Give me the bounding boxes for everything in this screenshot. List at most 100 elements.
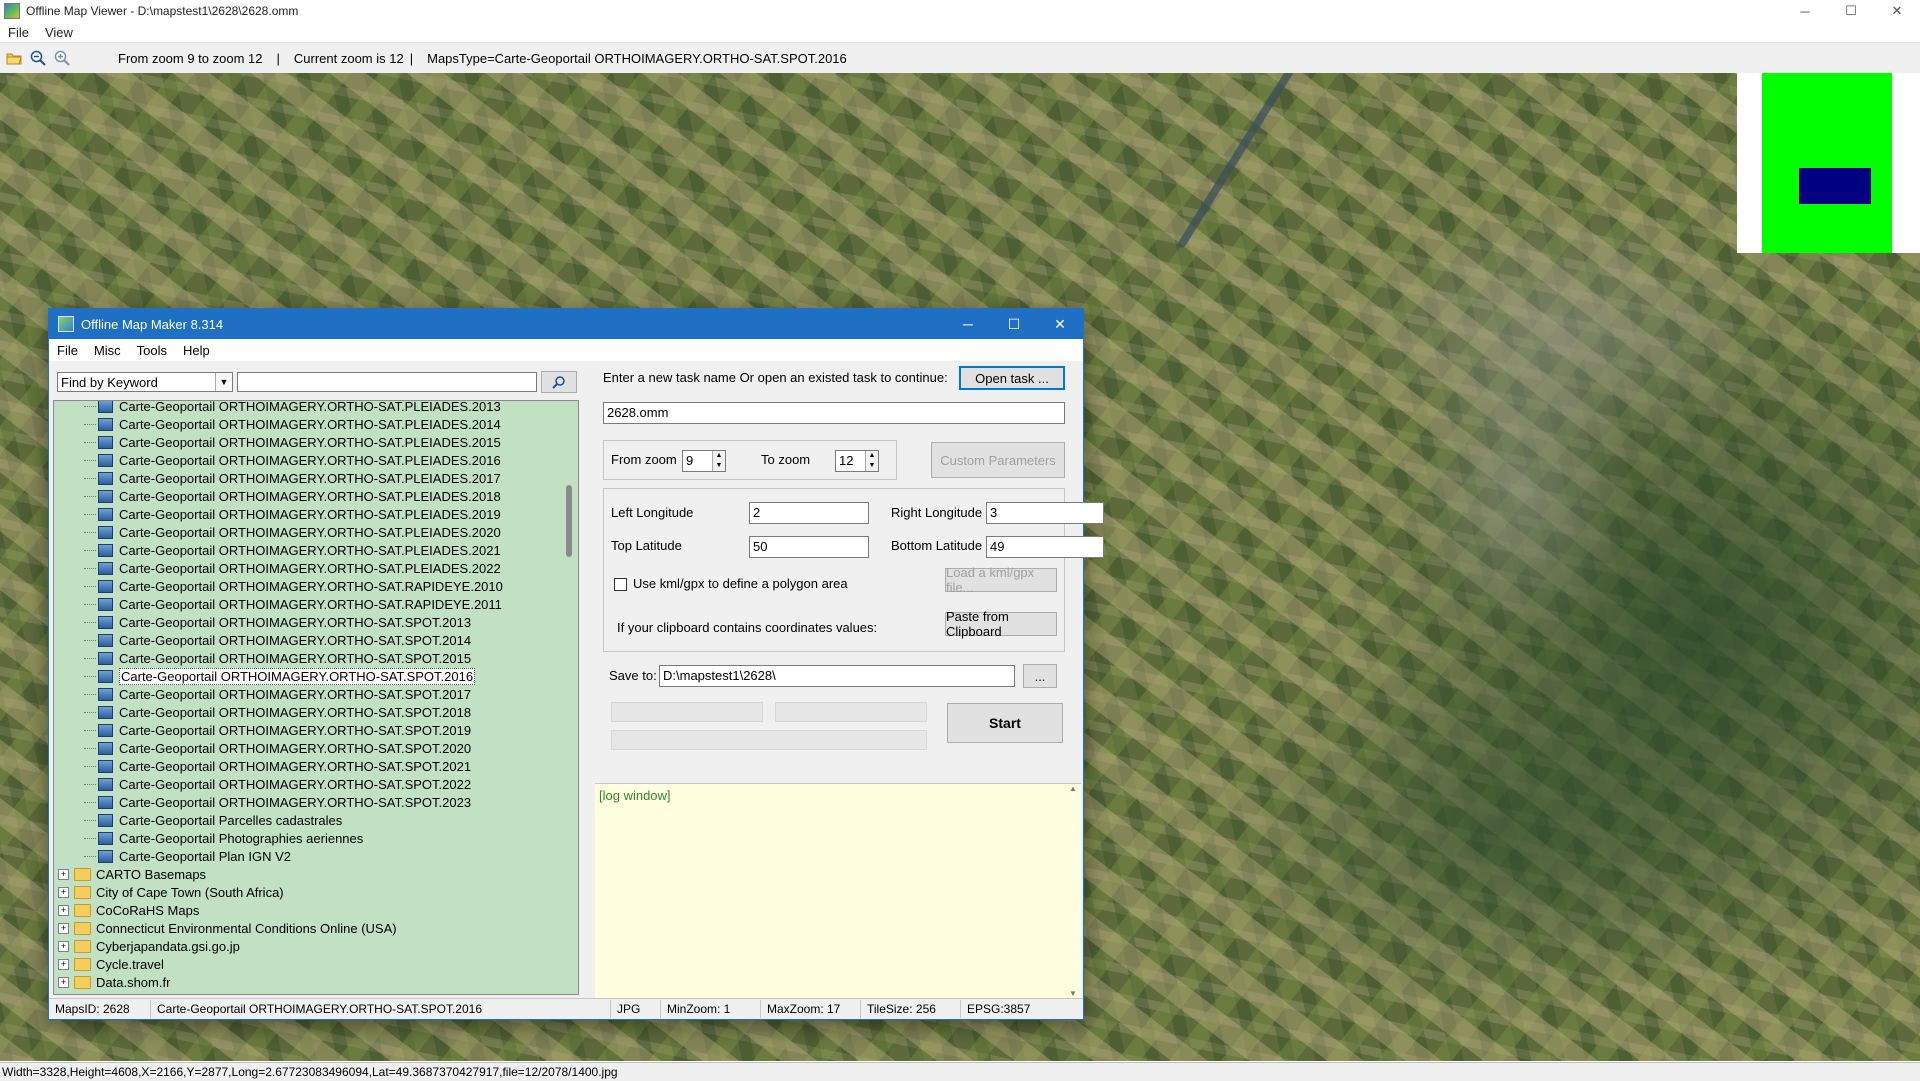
tree-item-map[interactable]: Carte-Geoportail ORTHOIMAGERY.ORTHO-SAT.… <box>54 433 574 451</box>
minimap-viewport[interactable] <box>1799 168 1871 204</box>
tree-item-map[interactable]: Carte-Geoportail ORTHOIMAGERY.ORTHO-SAT.… <box>54 649 574 667</box>
tree-item-map[interactable]: Carte-Geoportail Photographies aeriennes <box>54 829 574 847</box>
tree-item-map[interactable]: Carte-Geoportail ORTHOIMAGERY.ORTHO-SAT.… <box>54 487 574 505</box>
tree-item-label: Carte-Geoportail ORTHOIMAGERY.ORTHO-SAT.… <box>119 578 503 594</box>
menu-view[interactable]: View <box>37 25 81 40</box>
menu-file[interactable]: File <box>0 25 37 40</box>
expand-icon[interactable]: + <box>58 922 69 934</box>
close-button[interactable]: ✕ <box>1874 0 1920 22</box>
tree-connector <box>84 801 96 803</box>
tree-item-label: Carte-Geoportail ORTHOIMAGERY.ORTHO-SAT.… <box>119 452 501 468</box>
dialog-menu-file[interactable]: File <box>49 343 86 358</box>
tree-item-folder[interactable]: + Connecticut Environmental Conditions On… <box>54 919 574 937</box>
task-name-input[interactable]: 2628.omm <box>603 402 1065 424</box>
tree-item-map[interactable]: Carte-Geoportail ORTHOIMAGERY.ORTHO-SAT.… <box>54 631 574 649</box>
load-kml-button[interactable]: Load a kml/gpx file... <box>945 565 1057 595</box>
tree-item-map[interactable]: Carte-Geoportail ORTHOIMAGERY.ORTHO-SAT.… <box>54 667 574 685</box>
minimize-button[interactable]: ─ <box>1782 0 1828 22</box>
bottom-latitude-input[interactable]: 49 <box>986 536 1104 558</box>
dialog-menu-tools[interactable]: Tools <box>129 343 175 358</box>
tree-item-map[interactable]: Carte-Geoportail ORTHOIMAGERY.ORTHO-SAT.… <box>54 595 574 613</box>
dialog-close-button[interactable]: ✕ <box>1037 309 1083 339</box>
tree-item-map[interactable]: Carte-Geoportail ORTHOIMAGERY.ORTHO-SAT.… <box>54 775 574 793</box>
tree-item-map[interactable]: Carte-Geoportail ORTHOIMAGERY.ORTHO-SAT.… <box>54 703 574 721</box>
expand-icon[interactable]: + <box>58 868 69 880</box>
tree-connector <box>84 657 96 659</box>
tree-item-map[interactable]: Carte-Geoportail ORTHOIMAGERY.ORTHO-SAT.… <box>54 739 574 757</box>
tree-item-label: Carte-Geoportail ORTHOIMAGERY.ORTHO-SAT.… <box>119 542 501 558</box>
minimap[interactable] <box>1737 73 1920 253</box>
tree-item-map[interactable]: Carte-Geoportail ORTHOIMAGERY.ORTHO-SAT.… <box>54 757 574 775</box>
expand-icon[interactable]: + <box>58 958 69 970</box>
tree-item-map[interactable]: Carte-Geoportail Parcelles cadastrales <box>54 811 574 829</box>
maximize-button[interactable]: ☐ <box>1828 0 1874 22</box>
spin-arrows-icon[interactable]: ▲ ▼ <box>865 451 878 471</box>
kml-checkbox[interactable] <box>614 578 627 591</box>
tree-item-map[interactable]: Carte-Geoportail ORTHOIMAGERY.ORTHO-SAT.… <box>54 541 574 559</box>
to-zoom-stepper[interactable]: 12 ▲ ▼ <box>835 450 879 472</box>
tree-item-map[interactable]: Carte-Geoportail ORTHOIMAGERY.ORTHO-SAT.… <box>54 415 574 433</box>
scroll-down-icon[interactable]: ▼ <box>1069 989 1077 998</box>
tree-item-folder[interactable]: + City of Cape Town (South Africa) <box>54 883 574 901</box>
open-folder-icon[interactable] <box>4 48 24 68</box>
right-longitude-input[interactable]: 3 <box>986 502 1104 524</box>
log-scrollbar[interactable]: ▲ ▼ <box>1065 784 1081 998</box>
tree-item-map[interactable]: Carte-Geoportail ORTHOIMAGERY.ORTHO-SAT.… <box>54 559 574 577</box>
custom-parameters-button[interactable]: Custom Parameters <box>931 442 1065 478</box>
maps-tree-list: Carte-Geoportail ORTHOIMAGERY.ORTHO-SAT.… <box>54 401 574 991</box>
search-button[interactable] <box>541 371 577 393</box>
chevron-down-icon[interactable]: ▼ <box>215 373 232 391</box>
tree-item-folder[interactable]: + Cycle.travel <box>54 955 574 973</box>
scroll-up-icon[interactable]: ▲ <box>1069 784 1077 793</box>
dialog-menu-misc[interactable]: Misc <box>86 343 129 358</box>
log-window[interactable]: [log window] ▲ ▼ <box>595 783 1081 998</box>
window-controls: ─ ☐ ✕ <box>1782 0 1920 22</box>
search-input[interactable] <box>237 372 537 392</box>
top-latitude-input[interactable]: 50 <box>749 536 869 558</box>
spin-arrows-icon[interactable]: ▲ ▼ <box>712 451 725 471</box>
tree-item-folder[interactable]: + Data.shom.fr <box>54 973 574 991</box>
tree-item-map[interactable]: Carte-Geoportail ORTHOIMAGERY.ORTHO-SAT.… <box>54 793 574 811</box>
tree-item-map[interactable]: Carte-Geoportail ORTHOIMAGERY.ORTHO-SAT.… <box>54 469 574 487</box>
search-mode-select[interactable]: Find by Keyword ▼ <box>57 372 233 392</box>
start-button[interactable]: Start <box>947 703 1063 743</box>
tree-item-map[interactable]: Carte-Geoportail ORTHOIMAGERY.ORTHO-SAT.… <box>54 523 574 541</box>
progress-bar-total <box>611 730 927 750</box>
dialog-minimize-button[interactable]: ─ <box>945 309 991 339</box>
tree-folder-label: CoCoRaHS Maps <box>96 902 200 918</box>
dialog-maximize-button[interactable]: ☐ <box>991 309 1037 339</box>
expand-icon[interactable]: + <box>58 976 69 988</box>
tree-scrollbar[interactable] <box>562 401 578 994</box>
zoom-out-icon[interactable] <box>28 48 48 68</box>
tree-item-map[interactable]: Carte-Geoportail ORTHOIMAGERY.ORTHO-SAT.… <box>54 613 574 631</box>
tree-item-map[interactable]: Carte-Geoportail Plan IGN V2 <box>54 847 574 865</box>
left-longitude-input[interactable]: 2 <box>749 502 869 524</box>
tree-item-map[interactable]: Carte-Geoportail ORTHOIMAGERY.ORTHO-SAT.… <box>54 505 574 523</box>
tree-scrollbar-thumb[interactable] <box>566 485 572 557</box>
dialog-title: Offline Map Maker 8.314 <box>81 316 224 332</box>
tree-connector <box>84 711 96 713</box>
open-task-button[interactable]: Open task ... <box>959 366 1065 390</box>
expand-icon[interactable]: + <box>58 904 69 916</box>
window-title: Offline Map Viewer - D:\mapstest1\2628\2… <box>26 4 299 18</box>
tree-item-map[interactable]: Carte-Geoportail ORTHOIMAGERY.ORTHO-SAT.… <box>54 577 574 595</box>
expand-icon[interactable]: + <box>58 886 69 898</box>
maps-tree[interactable]: Carte-Geoportail ORTHOIMAGERY.ORTHO-SAT.… <box>53 400 579 995</box>
paste-clipboard-button[interactable]: Paste from Clipboard <box>945 609 1057 639</box>
save-to-input[interactable]: D:\mapstest1\2628\ <box>659 665 1015 687</box>
tree-item-folder[interactable]: + Cyberjapandata.gsi.go.jp <box>54 937 574 955</box>
browse-folder-button[interactable]: ... <box>1023 664 1057 688</box>
map-layer-icon <box>98 651 113 665</box>
from-zoom-stepper[interactable]: 9 ▲ ▼ <box>682 450 726 472</box>
zoom-in-icon[interactable] <box>52 48 72 68</box>
map-layer-icon <box>98 561 113 575</box>
tree-connector <box>84 819 96 821</box>
tree-item-map[interactable]: Carte-Geoportail ORTHOIMAGERY.ORTHO-SAT.… <box>54 401 574 415</box>
dialog-menu-help[interactable]: Help <box>175 343 218 358</box>
tree-item-map[interactable]: Carte-Geoportail ORTHOIMAGERY.ORTHO-SAT.… <box>54 451 574 469</box>
tree-item-folder[interactable]: + CoCoRaHS Maps <box>54 901 574 919</box>
tree-item-folder[interactable]: + CARTO Basemaps <box>54 865 574 883</box>
tree-item-map[interactable]: Carte-Geoportail ORTHOIMAGERY.ORTHO-SAT.… <box>54 685 574 703</box>
expand-icon[interactable]: + <box>58 940 69 952</box>
tree-item-map[interactable]: Carte-Geoportail ORTHOIMAGERY.ORTHO-SAT.… <box>54 721 574 739</box>
